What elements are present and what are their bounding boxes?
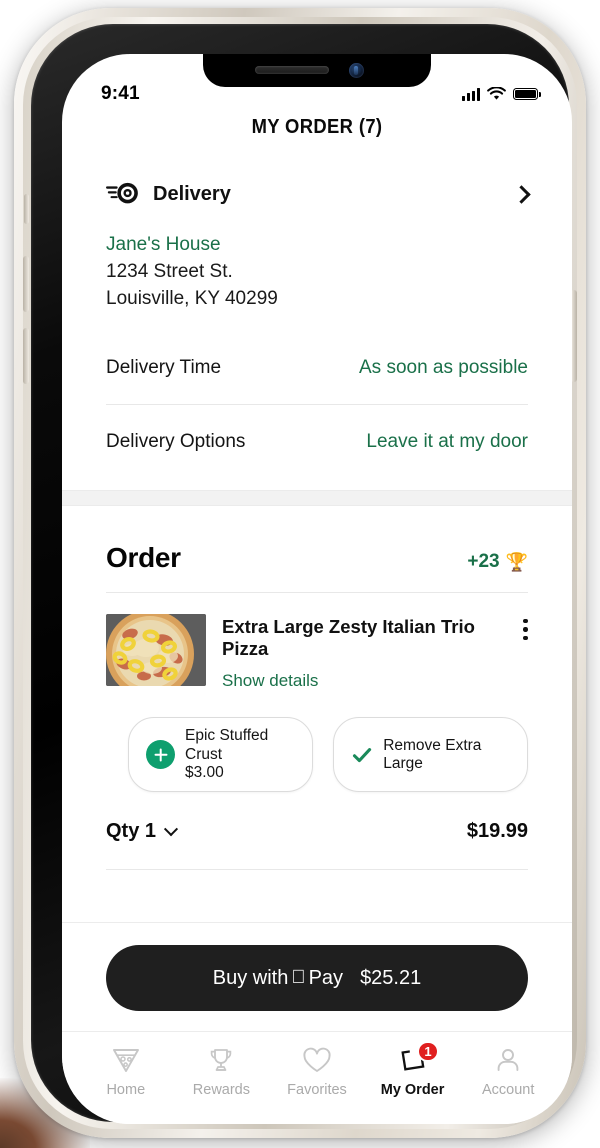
plus-circle-icon: [146, 740, 175, 770]
order-section: Order +23 🏆 Extra Large Zesty Italian Tr…: [62, 506, 572, 871]
chip-epic-stuffed-crust[interactable]: Epic Stuffed Crust $3.00: [128, 717, 314, 793]
pay-word: Pay: [301, 966, 343, 989]
pay-button-label: Buy with Pay: [213, 967, 343, 990]
trophy-icon: [207, 1045, 235, 1075]
tab-label: Rewards: [192, 1082, 250, 1098]
order-item-name: Extra Large Zesty Italian Trio Pizza: [222, 615, 475, 660]
chevron-right-icon[interactable]: [512, 184, 531, 204]
volume-down-button[interactable]: [23, 328, 29, 384]
order-scroll-area[interactable]: MY ORDER (7) Delivery Jane's House 1234 …: [62, 54, 572, 922]
order-header-row: Order +23 🏆: [106, 506, 528, 574]
front-camera-icon: [349, 63, 364, 78]
order-item-chips: Epic Stuffed Crust $3.00 Remove Extra La…: [106, 691, 528, 793]
status-time: 9:41: [101, 83, 140, 104]
tab-label: Favorites: [287, 1082, 347, 1098]
heart-icon: [302, 1045, 332, 1075]
phone-bezel: 9:41 MY ORDER (7) Delivery Jane's House …: [31, 24, 572, 1124]
tab-my-order[interactable]: 1 My Order: [365, 1041, 461, 1098]
address-line-2: Louisville, KY 40299: [106, 287, 278, 309]
pizza-thumbnail[interactable]: [106, 613, 206, 686]
app-container: MY ORDER (7) Delivery Jane's House 1234 …: [62, 54, 572, 1124]
tab-account[interactable]: Account: [460, 1045, 556, 1098]
check-icon: [353, 747, 372, 762]
volume-up-button[interactable]: [23, 256, 29, 312]
pizza-slice-icon: [111, 1045, 141, 1075]
quantity-label: Qty 1: [106, 820, 157, 843]
order-item-divider: [106, 869, 528, 871]
pay-amount: $25.21: [352, 966, 421, 989]
address-nickname: Jane's House: [106, 234, 221, 255]
person-icon: [494, 1045, 522, 1075]
chip-label: Remove Extra Large: [383, 736, 482, 772]
apple-logo-icon: : [291, 968, 305, 987]
delivery-label: Delivery: [153, 182, 231, 205]
phone-frame: 9:41 MY ORDER (7) Delivery Jane's House …: [14, 8, 586, 1138]
order-heading: Order: [106, 541, 181, 573]
points-value: +23: [467, 550, 500, 572]
order-count-badge: 1: [417, 1041, 439, 1062]
delivery-address[interactable]: Jane's House 1234 Street St. Louisville,…: [106, 232, 528, 313]
quantity-stepper[interactable]: Qty 1: [106, 820, 179, 843]
address-line-1: 1234 Street St.: [106, 260, 233, 282]
silent-switch[interactable]: [24, 194, 29, 224]
delivery-options-row[interactable]: Delivery Options Leave it at my door: [106, 403, 528, 478]
tab-rewards[interactable]: Rewards: [174, 1045, 270, 1098]
trophy-emoji-icon: 🏆: [505, 551, 528, 572]
chevron-down-icon: [163, 821, 179, 836]
tab-label: Account: [481, 1082, 535, 1098]
show-details-link[interactable]: Show details: [222, 671, 318, 691]
order-points-badge: +23 🏆: [467, 551, 528, 573]
tab-label: My Order: [380, 1082, 445, 1098]
status-icons: [462, 87, 541, 101]
order-box-icon: 1: [398, 1041, 439, 1075]
kebab-menu-icon[interactable]: [523, 616, 528, 641]
delivery-options-value: Leave it at my door: [366, 430, 528, 452]
delivery-options-label: Delivery Options: [106, 430, 246, 452]
phone-screen: 9:41 MY ORDER (7) Delivery Jane's House …: [62, 54, 572, 1124]
delivery-options-list: Delivery Time As soon as possible Delive…: [106, 331, 528, 478]
bottom-tab-bar: Home Rewards Favorites 1 My Order Accoun…: [62, 1031, 572, 1124]
pay-prefix: Buy with: [212, 966, 289, 989]
order-item-main: Extra Large Zesty Italian Trio Pizza Sho…: [222, 614, 528, 691]
chip-text: Epic Stuffed Crust $3.00: [185, 727, 295, 782]
chip-remove-extra-large[interactable]: Remove Extra Large: [333, 717, 528, 793]
earpiece-speaker-icon: [255, 66, 329, 74]
delivery-speed-wheel-icon: [106, 182, 138, 204]
delivery-time-label: Delivery Time: [106, 356, 222, 378]
wifi-icon: [487, 87, 506, 100]
delivery-time-value: As soon as possible: [359, 356, 528, 378]
battery-full-icon: [513, 87, 541, 101]
tab-home[interactable]: Home: [78, 1045, 174, 1098]
tab-favorites[interactable]: Favorites: [269, 1045, 365, 1098]
quantity-row: Qty 1 $19.99: [106, 792, 528, 843]
delivery-header-row[interactable]: Delivery: [106, 181, 531, 207]
chip-label: Epic Stuffed Crust: [185, 727, 269, 763]
delivery-time-row[interactable]: Delivery Time As soon as possible: [106, 331, 528, 404]
order-item: Extra Large Zesty Italian Trio Pizza Sho…: [106, 593, 528, 691]
notch: [203, 54, 431, 87]
buy-with-apple-pay-button[interactable]: Buy with Pay $25.21: [106, 945, 528, 1011]
cellular-signal-icon: [462, 87, 480, 101]
pay-area: Buy with Pay $25.21: [62, 922, 572, 1031]
order-item-title-row: Extra Large Zesty Italian Trio Pizza: [222, 616, 528, 660]
tab-label: Home: [106, 1082, 146, 1098]
section-divider-band: [62, 489, 572, 506]
chip-price: $3.00: [185, 763, 224, 781]
order-item-price: $19.99: [466, 820, 528, 843]
delivery-section: Delivery Jane's House 1234 Street St. Lo…: [62, 181, 572, 478]
